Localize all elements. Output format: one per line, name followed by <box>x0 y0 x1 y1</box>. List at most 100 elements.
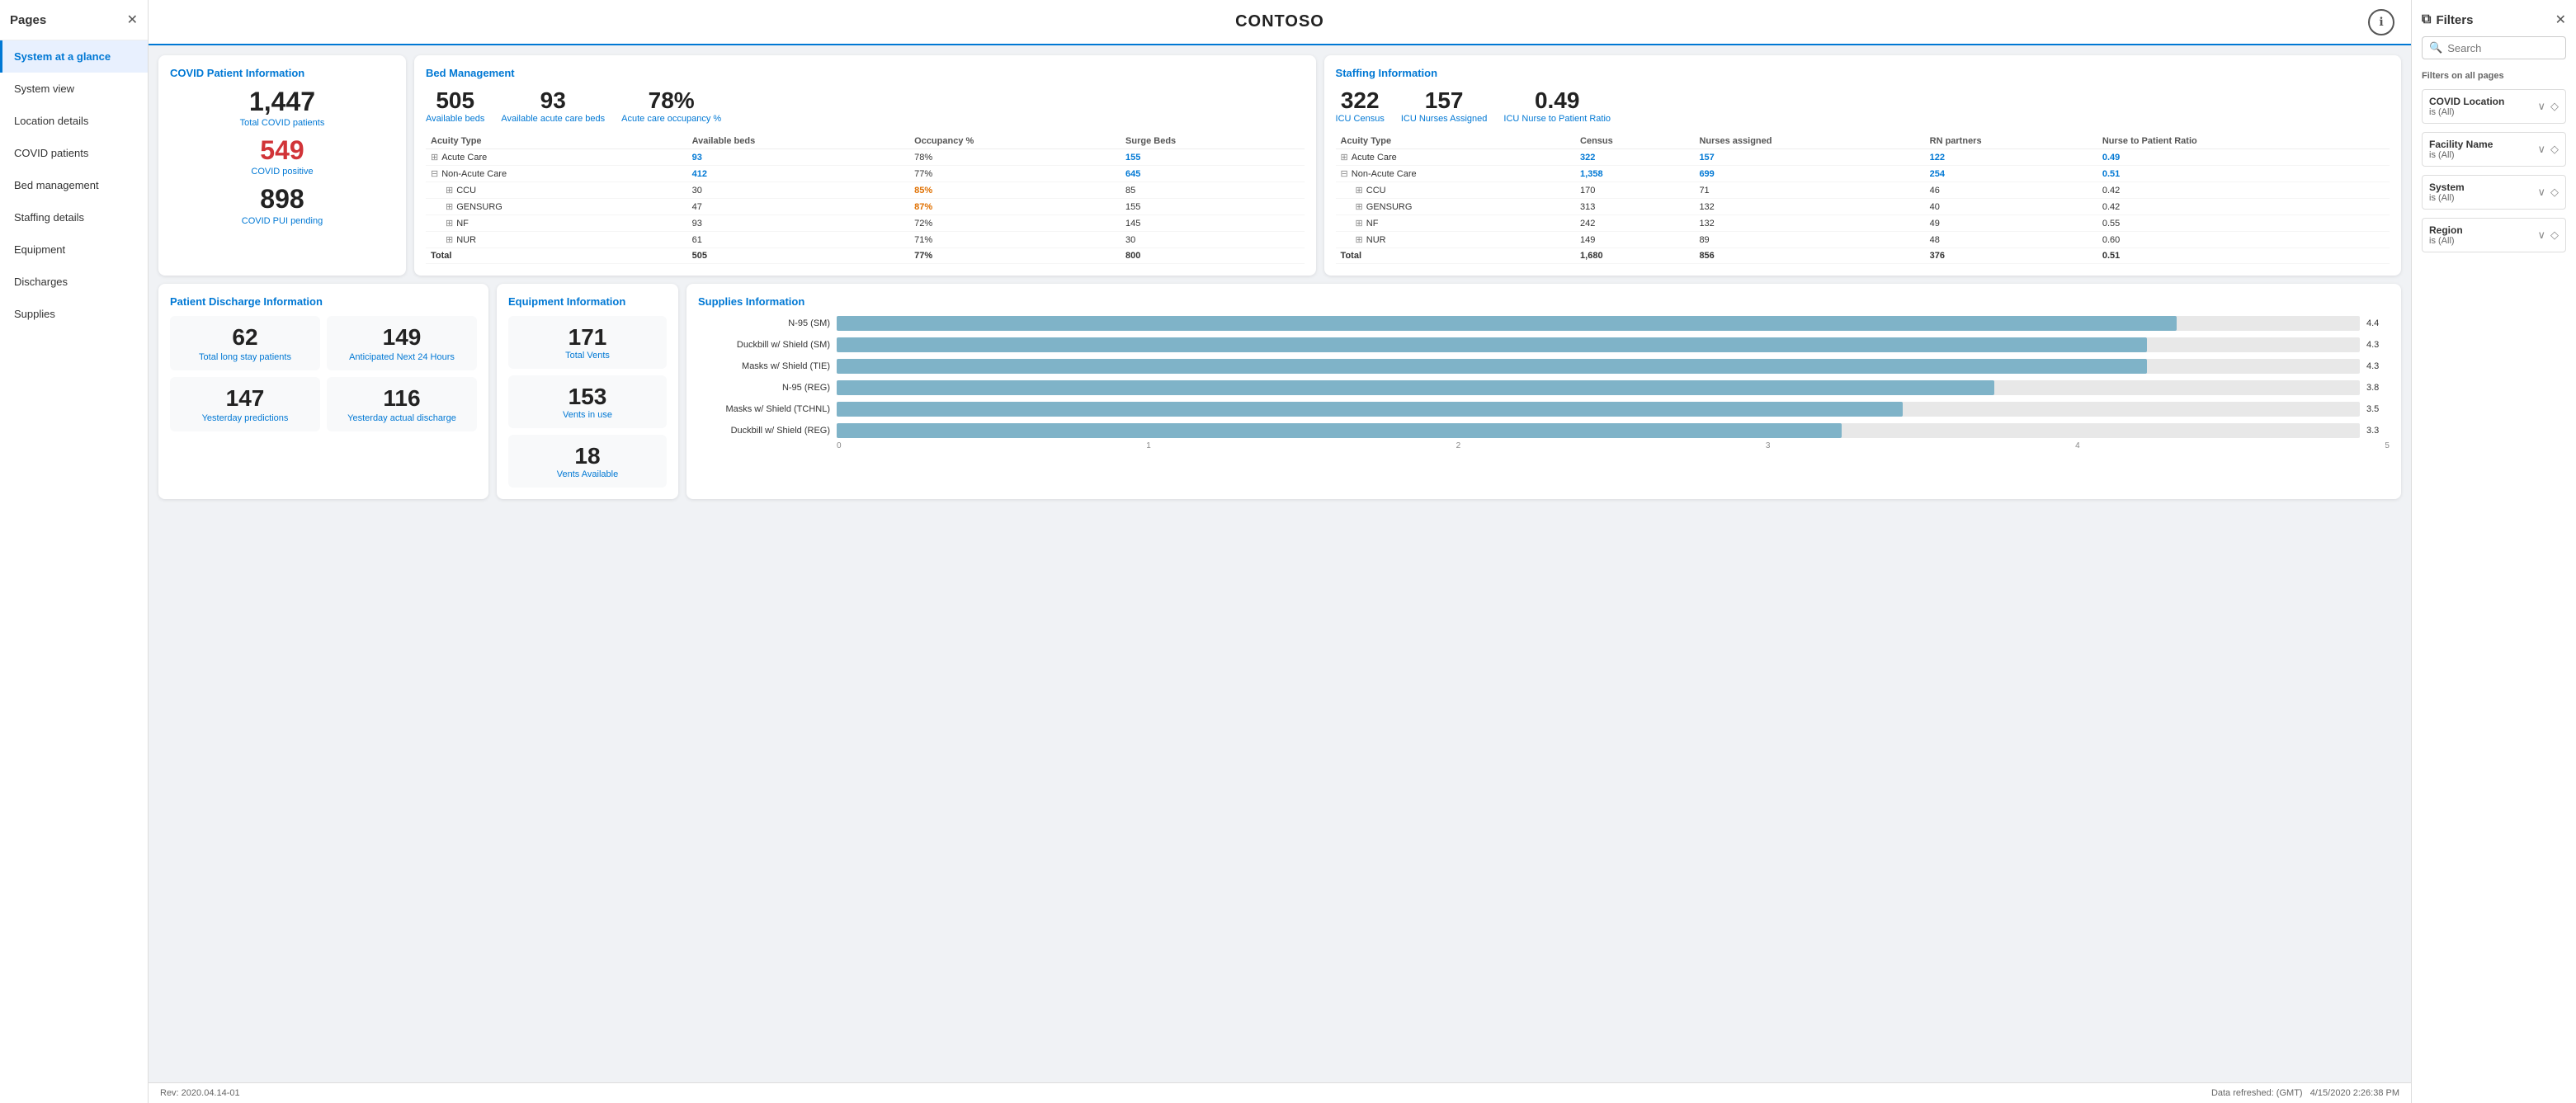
bed-table-container[interactable]: Acuity Type Available beds Occupancy % S… <box>426 134 1305 264</box>
equip-card-title: Equipment Information <box>508 295 667 308</box>
table-row: ⊞GENSURG 313 132 40 0.42 <box>1336 199 2390 215</box>
sidebar-item-supplies[interactable]: Supplies <box>0 298 148 330</box>
supply-bar-track <box>837 423 2360 438</box>
expand-icon[interactable]: ⊞ <box>1356 186 1363 196</box>
filter-covid-icons: ∨ ◇ <box>2537 100 2559 113</box>
staff-col-ratio: Nurse to Patient Ratio <box>2097 134 2390 149</box>
supply-bar-track <box>837 402 2360 417</box>
sidebar-item-equipment[interactable]: Equipment <box>0 233 148 266</box>
expand-icon[interactable]: ⊞ <box>1356 219 1363 229</box>
supply-bar-label: Duckbill w/ Shield (SM) <box>698 340 830 350</box>
available-beds-stat: 505 Available beds <box>426 87 484 124</box>
footer-rev: Rev: 2020.04.14-01 <box>160 1088 240 1098</box>
table-row: ⊞CCU 30 85% 85 <box>426 182 1305 199</box>
filter-covid-label: COVID Location <box>2429 96 2504 107</box>
expand-icon[interactable]: ⊞ <box>1356 235 1363 245</box>
vents-in-use-stat: 153 Vents in use <box>508 375 667 428</box>
filter-covid-header[interactable]: COVID Location is (All) ∨ ◇ <box>2429 96 2559 117</box>
clear-icon[interactable]: ◇ <box>2550 100 2559 113</box>
supplies-bar-chart: N-95 (SM) 4.4 Duckbill w/ Shield (SM) 4.… <box>698 316 2390 438</box>
chevron-down-icon[interactable]: ∨ <box>2537 100 2545 113</box>
filters-close-button[interactable]: ✕ <box>2555 12 2566 28</box>
filter-region-icons: ∨ ◇ <box>2537 229 2559 242</box>
total-covid-label: Total COVID patients <box>170 118 394 128</box>
yesterday-pred-lbl: Yesterday predictions <box>177 413 314 423</box>
filter-region-header[interactable]: Region is (All) ∨ ◇ <box>2429 224 2559 246</box>
sidebar-item-system-glance[interactable]: System at a glance <box>0 40 148 73</box>
filters-title: ⧉ Filters <box>2422 12 2473 27</box>
sidebar-item-covid-patients[interactable]: COVID patients <box>0 137 148 169</box>
supply-bar-label: Masks w/ Shield (TIE) <box>698 361 830 371</box>
sidebar-item-discharges[interactable]: Discharges <box>0 266 148 298</box>
covid-pui-stat: 898 COVID PUI pending <box>170 185 394 225</box>
long-stay-num: 62 <box>177 324 314 351</box>
expand-icon[interactable]: ⊞ <box>446 219 453 229</box>
table-row: ⊞CCU 170 71 46 0.42 <box>1336 182 2390 199</box>
icu-ratio-stat: 0.49 ICU Nurse to Patient Ratio <box>1503 87 1611 124</box>
dashboard-content: COVID Patient Information 1,447 Total CO… <box>149 45 2411 1082</box>
filter-system[interactable]: System is (All) ∨ ◇ <box>2422 175 2566 210</box>
vents-available-stat: 18 Vents Available <box>508 435 667 488</box>
next-24-stat: 149 Anticipated Next 24 Hours <box>327 316 477 370</box>
table-row: ⊞GENSURG 47 87% 155 <box>426 199 1305 215</box>
expand-icon[interactable]: ⊞ <box>446 235 453 245</box>
staff-col-nurses: Nurses assigned <box>1694 134 1924 149</box>
expand-icon[interactable]: ⊟ <box>431 169 438 179</box>
info-button[interactable]: ℹ <box>2368 9 2394 35</box>
icu-ratio-lbl: ICU Nurse to Patient Ratio <box>1503 114 1611 124</box>
available-beds-lbl: Available beds <box>426 114 484 124</box>
expand-icon[interactable]: ⊞ <box>446 186 453 196</box>
expand-icon[interactable]: ⊞ <box>1341 153 1348 163</box>
total-covid-stat: 1,447 Total COVID patients <box>170 87 394 128</box>
app-title: CONTOSO <box>1235 12 1324 31</box>
sidebar-item-system-view[interactable]: System view <box>0 73 148 105</box>
sidebar-item-location-details[interactable]: Location details <box>0 105 148 137</box>
bed-col-type: Acuity Type <box>426 134 687 149</box>
filter-system-header[interactable]: System is (All) ∨ ◇ <box>2429 181 2559 203</box>
total-vents-lbl: Total Vents <box>515 351 660 361</box>
supply-bar-track <box>837 359 2360 374</box>
staff-table-container[interactable]: Acuity Type Census Nurses assigned RN pa… <box>1336 134 2390 264</box>
expand-icon[interactable]: ⊞ <box>1356 202 1363 212</box>
expand-icon[interactable]: ⊟ <box>1341 169 1348 179</box>
clear-icon[interactable]: ◇ <box>2550 186 2559 199</box>
supply-bar-label: Duckbill w/ Shield (REG) <box>698 426 830 436</box>
search-box[interactable]: 🔍 <box>2422 36 2566 59</box>
supply-bar-value: 3.3 <box>2366 426 2390 436</box>
icu-nurses-num: 157 <box>1401 87 1488 114</box>
filter-facility-name[interactable]: Facility Name is (All) ∨ ◇ <box>2422 132 2566 167</box>
search-input[interactable] <box>2447 42 2559 54</box>
chevron-down-icon[interactable]: ∨ <box>2537 229 2545 242</box>
supply-bar-value: 4.3 <box>2366 340 2390 350</box>
expand-icon[interactable]: ⊞ <box>446 202 453 212</box>
covid-positive-label: COVID positive <box>170 167 394 177</box>
filter-facility-header[interactable]: Facility Name is (All) ∨ ◇ <box>2429 139 2559 160</box>
supply-bar-track <box>837 316 2360 331</box>
table-row: ⊞Acute Care 322 157 122 0.49 <box>1336 149 2390 166</box>
sidebar-close-button[interactable]: ✕ <box>127 12 138 28</box>
staff-top-stats: 322 ICU Census 157 ICU Nurses Assigned 0… <box>1336 87 2390 124</box>
icu-nurses-stat: 157 ICU Nurses Assigned <box>1401 87 1488 124</box>
supply-bar-fill <box>837 402 1903 417</box>
total-vents-stat: 171 Total Vents <box>508 316 667 369</box>
clear-icon[interactable]: ◇ <box>2550 143 2559 156</box>
sidebar-item-staffing-details[interactable]: Staffing details <box>0 201 148 233</box>
icu-nurses-lbl: ICU Nurses Assigned <box>1401 114 1488 124</box>
chevron-down-icon[interactable]: ∨ <box>2537 186 2545 199</box>
filter-region[interactable]: Region is (All) ∨ ◇ <box>2422 218 2566 252</box>
filter-system-label: System <box>2429 181 2465 193</box>
icu-census-lbl: ICU Census <box>1336 114 1385 124</box>
table-row: ⊞NF 93 72% 145 <box>426 215 1305 232</box>
acute-occupancy-stat: 78% Acute care occupancy % <box>621 87 721 124</box>
table-row: ⊞NF 242 132 49 0.55 <box>1336 215 2390 232</box>
chevron-down-icon[interactable]: ∨ <box>2537 143 2545 156</box>
bed-total-row: Total 505 77% 800 <box>426 248 1305 264</box>
filters-header: ⧉ Filters ✕ <box>2422 12 2566 28</box>
supply-bar-fill <box>837 423 1842 438</box>
sidebar-item-bed-management[interactable]: Bed management <box>0 169 148 201</box>
acute-occupancy-lbl: Acute care occupancy % <box>621 114 721 124</box>
filter-region-sub: is (All) <box>2429 236 2463 246</box>
filter-covid-location[interactable]: COVID Location is (All) ∨ ◇ <box>2422 89 2566 124</box>
clear-icon[interactable]: ◇ <box>2550 229 2559 242</box>
expand-icon[interactable]: ⊞ <box>431 153 438 163</box>
